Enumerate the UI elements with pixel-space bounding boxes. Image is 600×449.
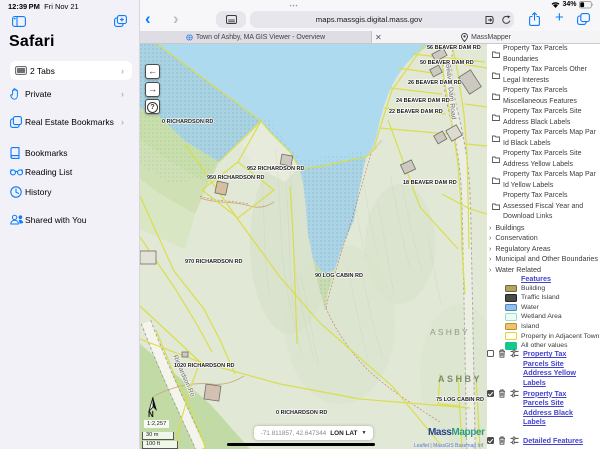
svg-text:ASHBY: ASHBY bbox=[430, 327, 470, 337]
svg-text:950 RICHARDSON RD: 950 RICHARDSON RD bbox=[207, 175, 264, 181]
svg-text:ASHBY: ASHBY bbox=[438, 374, 482, 384]
svg-text:1020 RICHARDSON RD: 1020 RICHARDSON RD bbox=[174, 363, 235, 369]
svg-text:952 RICHARDSON RD: 952 RICHARDSON RD bbox=[247, 166, 304, 172]
svg-text:26 BEAVER DAM RD: 26 BEAVER DAM RD bbox=[408, 80, 462, 86]
svg-text:56 BEAVER DAM RD: 56 BEAVER DAM RD bbox=[427, 45, 481, 51]
svg-text:22 BEAVER DAM RD: 22 BEAVER DAM RD bbox=[389, 109, 443, 115]
svg-text:24 BEAVER DAM RD: 24 BEAVER DAM RD bbox=[396, 98, 450, 104]
svg-text:970 RICHARDSON RD: 970 RICHARDSON RD bbox=[185, 259, 242, 265]
svg-text:50 BEAVER DAM RD: 50 BEAVER DAM RD bbox=[420, 60, 474, 66]
svg-text:18 BEAVER DAM RD: 18 BEAVER DAM RD bbox=[403, 180, 457, 186]
svg-text:75 LOG CABIN RD: 75 LOG CABIN RD bbox=[436, 397, 484, 403]
svg-text:0 RICHARDSON RD: 0 RICHARDSON RD bbox=[276, 410, 327, 416]
svg-text:90 LOG CABIN RD: 90 LOG CABIN RD bbox=[315, 273, 363, 279]
svg-text:0 RICHARDSON RD: 0 RICHARDSON RD bbox=[162, 119, 213, 125]
